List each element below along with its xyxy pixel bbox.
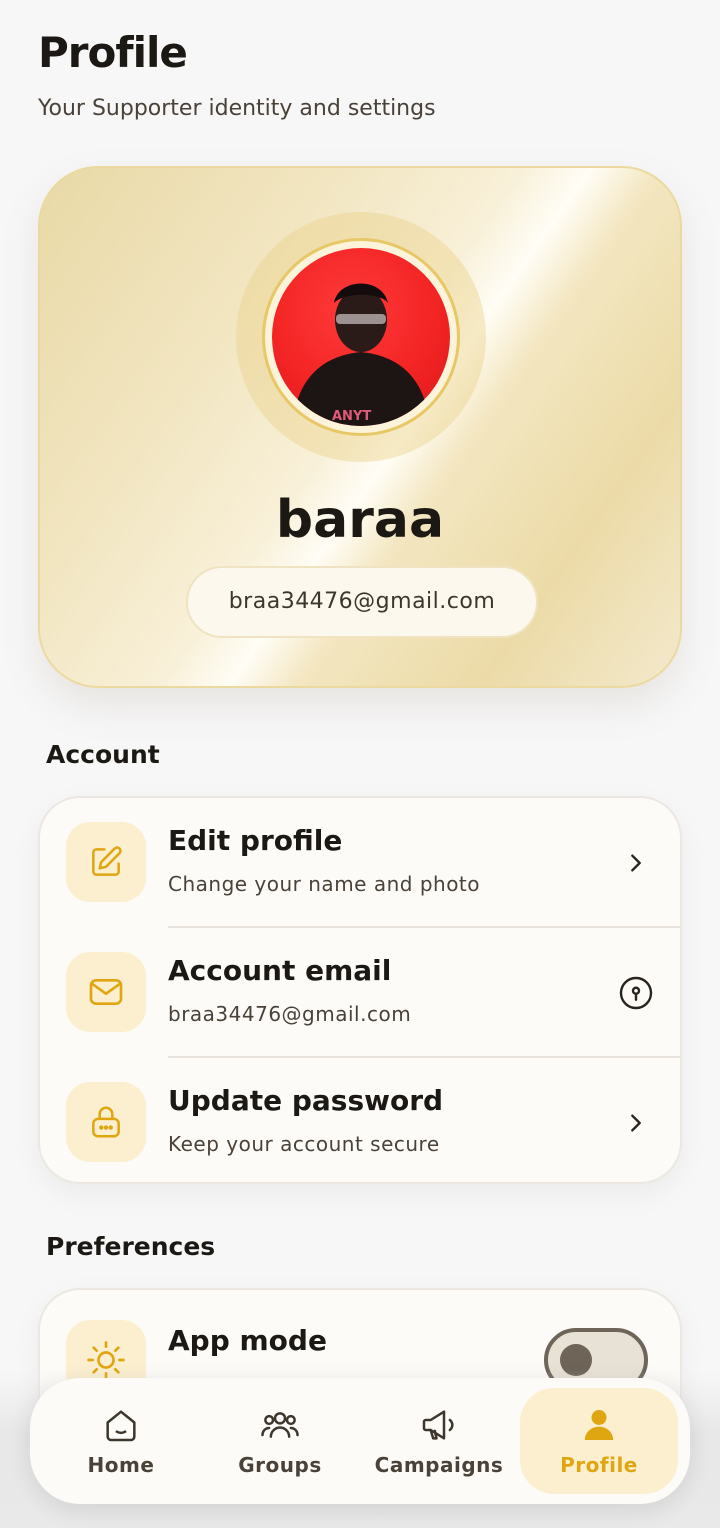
nav-label-groups: Groups	[238, 1453, 322, 1477]
nav-label-campaigns: Campaigns	[374, 1453, 504, 1477]
update-password-row[interactable]: Update password Keep your account secure	[40, 1058, 680, 1182]
key-info-icon	[616, 973, 656, 1013]
nav-label-profile: Profile	[560, 1453, 638, 1477]
shirt-text: ANYT	[332, 409, 371, 424]
update-password-subtitle: Keep your account secure	[168, 1132, 440, 1156]
chevron-right-icon	[616, 843, 656, 883]
edit-profile-title: Edit profile	[168, 824, 343, 857]
nav-label-home: Home	[87, 1453, 155, 1477]
mail-icon	[66, 952, 146, 1032]
profile-card: ANYT baraa braa34476@gmail.com	[38, 166, 682, 688]
pencil-edit-icon	[66, 822, 146, 902]
chevron-right-icon	[616, 1103, 656, 1143]
update-password-title: Update password	[168, 1084, 444, 1117]
account-email-title: Account email	[168, 954, 392, 987]
nav-item-groups[interactable]: Groups	[201, 1388, 359, 1494]
section-title-account: Account	[46, 740, 160, 769]
account-email-value: braa34476@gmail.com	[168, 1002, 412, 1026]
edit-profile-row[interactable]: Edit profile Change your name and photo	[40, 798, 680, 928]
nav-item-profile[interactable]: Profile	[520, 1388, 678, 1494]
megaphone-icon	[422, 1410, 454, 1440]
section-title-preferences: Preferences	[46, 1232, 216, 1261]
account-email-row[interactable]: Account email braa34476@gmail.com	[40, 928, 680, 1058]
groups-icon	[261, 1412, 299, 1438]
edit-profile-subtitle: Change your name and photo	[168, 872, 481, 896]
user-name: baraa	[275, 490, 445, 550]
account-card: Edit profile Change your name and photo …	[38, 796, 682, 1184]
email-pill: braa34476@gmail.com	[186, 566, 538, 638]
lock-icon	[66, 1082, 146, 1162]
avatar-photo: ANYT	[292, 283, 430, 426]
page-title: Profile	[38, 28, 188, 77]
nav-item-campaigns[interactable]: Campaigns	[360, 1388, 518, 1494]
person-icon	[584, 1410, 614, 1440]
nav-item-home[interactable]: Home	[42, 1388, 200, 1494]
app-mode-title: App mode	[168, 1324, 327, 1357]
home-icon	[106, 1410, 136, 1442]
bottom-nav: Home Groups Campaigns Profile	[30, 1378, 690, 1504]
avatar[interactable]: ANYT	[272, 248, 450, 426]
page-subtitle: Your Supporter identity and settings	[38, 96, 436, 121]
